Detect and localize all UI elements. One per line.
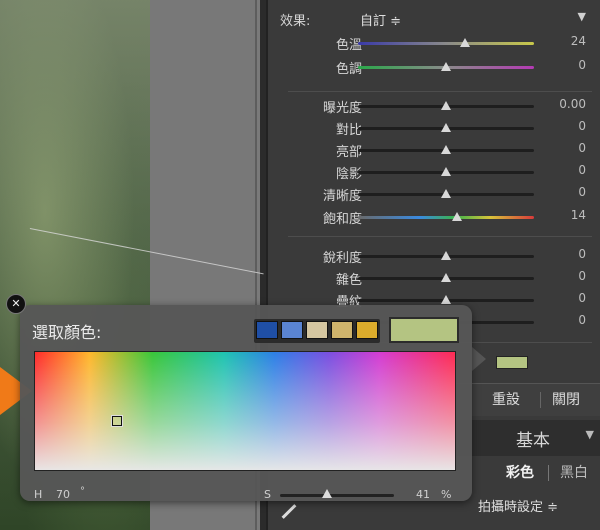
saturation-value: 41: [416, 488, 430, 501]
close-icon[interactable]: ✕: [6, 294, 26, 314]
preset-swatch[interactable]: [281, 321, 303, 339]
color-spectrum[interactable]: [34, 351, 456, 471]
slider-value: 0: [578, 163, 586, 177]
slider-value: 0: [578, 58, 586, 72]
slider-thumb[interactable]: [441, 167, 451, 176]
tab-color[interactable]: 彩色: [506, 462, 534, 482]
hue-label: H: [34, 488, 43, 501]
preset-swatch[interactable]: [306, 321, 328, 339]
preset-swatches: [254, 319, 380, 343]
triangle-down-icon: ▼: [585, 428, 594, 441]
slider-row: 亮部 0: [268, 139, 600, 161]
slider-row: 清晰度 0: [268, 183, 600, 205]
slider-value: 0: [578, 185, 586, 199]
slider-track[interactable]: [358, 212, 534, 221]
effect-label: 效果:: [280, 14, 311, 29]
slider-thumb[interactable]: [441, 273, 451, 282]
slider-thumb[interactable]: [441, 123, 451, 132]
hue-unit: °: [80, 486, 85, 497]
white-balance-dropdown[interactable]: 拍攝時設定 ≑: [478, 496, 558, 515]
effect-header: 效果: 自訂 ≑ ▼: [268, 8, 600, 30]
saturation-slider[interactable]: [280, 489, 394, 498]
tab-black-white[interactable]: 黑白: [560, 462, 588, 482]
slider-track[interactable]: [358, 251, 534, 260]
slider-value: 14: [570, 208, 586, 222]
spectrum-picker-handle[interactable]: [111, 415, 123, 427]
slider-thumb[interactable]: [441, 62, 451, 71]
slider-track[interactable]: [358, 38, 534, 47]
slider-track[interactable]: [358, 145, 534, 154]
slider-value: 24: [570, 34, 586, 48]
slider-value: 0: [578, 269, 586, 283]
current-color-swatch: [389, 317, 459, 343]
color-picker-popup: 選取顏色: H 70 ° S 41 %: [20, 305, 472, 501]
slider-row: 雜色 0: [268, 267, 600, 289]
slider-thumb[interactable]: [460, 38, 471, 47]
divider: [540, 392, 541, 408]
slider-row: 對比 0: [268, 117, 600, 139]
slider-track[interactable]: [358, 123, 534, 132]
slider-value: 0: [578, 313, 586, 327]
effect-preset-dropdown[interactable]: 自訂 ≑: [360, 10, 401, 29]
hue-value: 70: [56, 488, 70, 501]
divider: [548, 465, 549, 481]
reset-button[interactable]: 重設: [492, 389, 520, 409]
slider-track[interactable]: [358, 189, 534, 198]
slider-value: 0: [578, 141, 586, 155]
saturation-slider-thumb[interactable]: [321, 489, 332, 498]
preset-swatch[interactable]: [356, 321, 378, 339]
slider-thumb[interactable]: [441, 251, 451, 260]
slider-row: 色溫 24: [268, 32, 600, 54]
slider-track[interactable]: [358, 101, 534, 110]
preset-swatch[interactable]: [331, 321, 353, 339]
picker-title: 選取顏色:: [32, 323, 102, 342]
slider-label: 飽和度: [322, 212, 362, 227]
slider-thumb[interactable]: [441, 145, 451, 154]
eyedropper-icon[interactable]: [281, 504, 297, 519]
slider-thumb[interactable]: [441, 101, 451, 110]
slider-value: 0: [578, 119, 586, 133]
slider-row: 曝光度 0.00: [268, 95, 600, 117]
separator: [288, 91, 592, 92]
slider-track[interactable]: [358, 273, 534, 282]
slider-label: 曝光度: [322, 101, 362, 116]
slider-track[interactable]: [358, 62, 534, 71]
triangle-down-icon[interactable]: ▼: [578, 10, 586, 23]
color-swatch-button[interactable]: [496, 356, 528, 369]
slider-track[interactable]: [358, 295, 534, 304]
slider-track[interactable]: [358, 167, 534, 176]
slider-value: 0: [578, 291, 586, 305]
slider-row: 色調 0: [268, 56, 600, 78]
slider-row: 飽和度 14: [268, 206, 600, 228]
slider-row: 陰影 0: [268, 161, 600, 183]
slider-value: 0.00: [559, 97, 586, 111]
close-button[interactable]: 關閉: [552, 389, 580, 409]
slider-label: 清晰度: [322, 189, 362, 204]
saturation-label: S: [264, 488, 271, 501]
slider-label: 銳利度: [322, 251, 362, 266]
slider-row: 銳利度 0: [268, 245, 600, 267]
slider-thumb[interactable]: [441, 189, 451, 198]
separator: [288, 236, 592, 237]
section-title: 基本: [516, 431, 550, 451]
saturation-unit: %: [441, 488, 452, 501]
popup-pointer: [472, 347, 486, 371]
slider-value: 0: [578, 247, 586, 261]
slider-thumb[interactable]: [451, 212, 462, 221]
preset-swatch[interactable]: [256, 321, 278, 339]
slider-thumb[interactable]: [441, 295, 451, 304]
